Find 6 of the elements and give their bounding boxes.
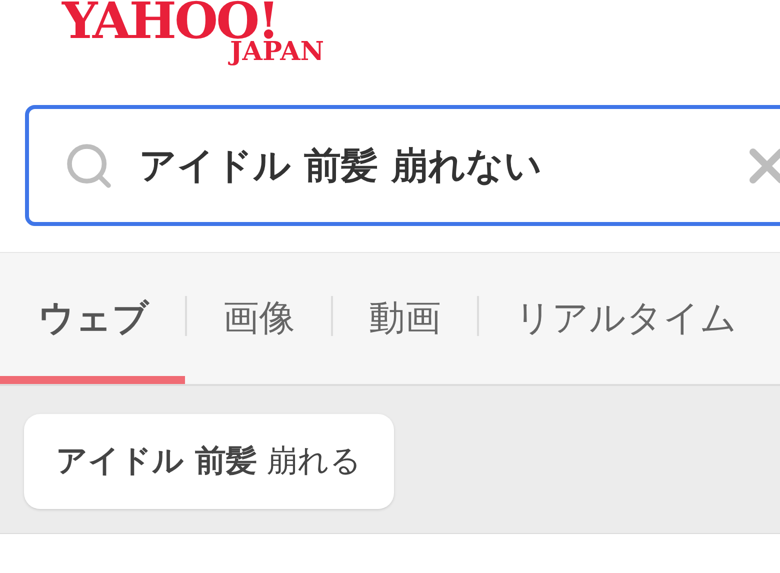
tab[interactable]: リアルタイム (479, 253, 773, 384)
tab[interactable]: 画像 (187, 253, 331, 384)
suggestion-chip[interactable]: アイドル 前髪 崩れる (24, 414, 394, 509)
search-field[interactable]: アイドル 前髪 崩れない (25, 105, 780, 226)
tab[interactable]: 動画 (333, 253, 477, 384)
search-query: アイドル 前髪 崩れない (139, 142, 543, 189)
